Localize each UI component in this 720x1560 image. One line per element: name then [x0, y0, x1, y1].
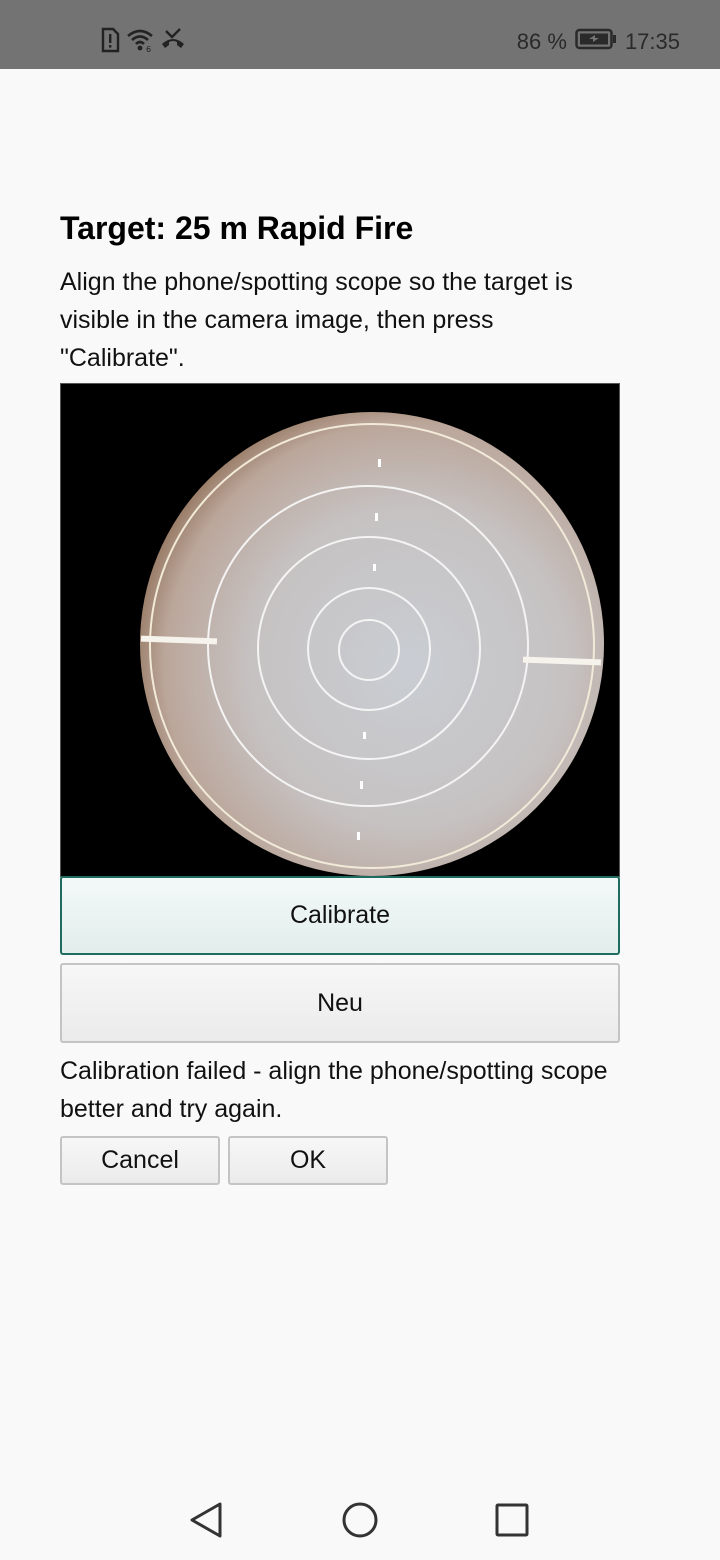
status-message: Calibration failed - align the phone/spo…: [60, 1057, 608, 1123]
calibrate-button[interactable]: Calibrate: [60, 876, 620, 955]
target-image: [140, 412, 604, 876]
camera-preview: [60, 383, 620, 877]
cancel-button[interactable]: Cancel: [60, 1136, 220, 1185]
recents-icon[interactable]: [490, 1498, 534, 1542]
page-title: Target: 25 m Rapid Fire: [60, 210, 414, 246]
battery-percent: 86 %: [516, 29, 567, 54]
svg-text:6: 6: [146, 45, 151, 52]
status-bar: 6 86 % 17:35: [0, 0, 720, 69]
home-icon[interactable]: [338, 1498, 382, 1542]
navigation-bar: [0, 1480, 720, 1560]
status-icons-right: 86 % 17:35: [517, 28, 680, 56]
back-icon[interactable]: [186, 1498, 230, 1542]
status-icons-left: 6: [100, 27, 186, 58]
new-button[interactable]: Neu: [60, 963, 620, 1043]
instructions-text: Align the phone/spotting scope so the ta…: [60, 268, 573, 372]
battery-charging-icon: [575, 28, 617, 56]
sim-alert-icon: [100, 27, 120, 58]
missed-call-icon: [160, 27, 186, 57]
clock: 17:35: [624, 29, 680, 54]
wifi-icon: 6: [126, 28, 154, 57]
ok-button[interactable]: OK: [228, 1136, 388, 1185]
